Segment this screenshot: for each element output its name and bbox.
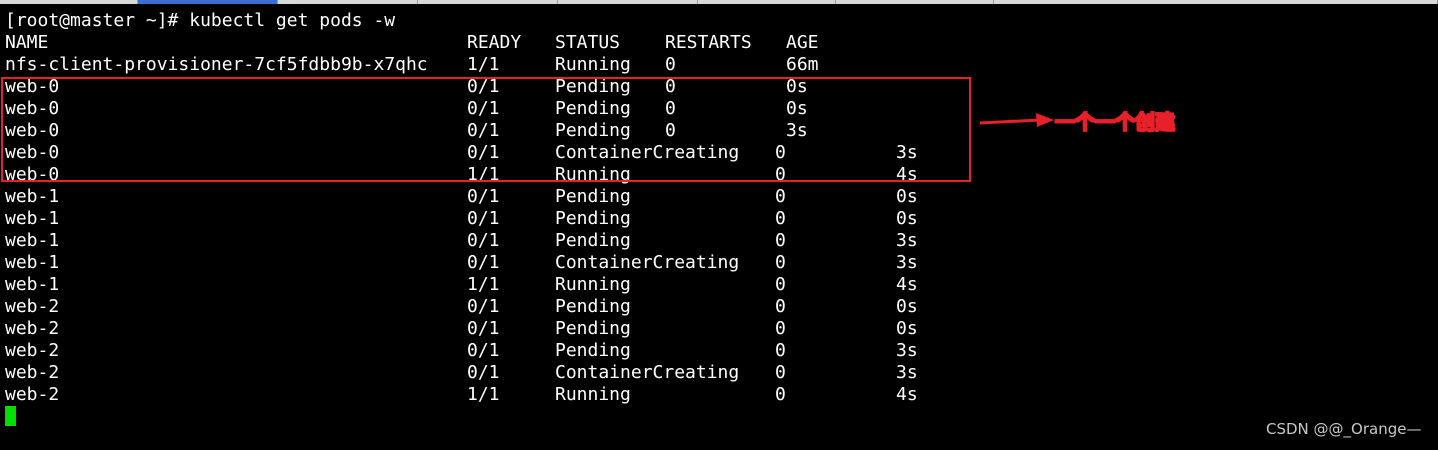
row-status: ContainerCreating — [555, 252, 740, 273]
header-ready: READY — [467, 32, 522, 53]
row-restarts: 0 — [775, 274, 786, 295]
row-restarts: 0 — [775, 384, 786, 405]
row-age: 0s — [896, 296, 918, 317]
row-restarts: 0 — [775, 296, 786, 317]
row-age: 3s — [896, 340, 918, 361]
tab-segment[interactable] — [698, 0, 836, 4]
table-row: web-2 0/1 ContainerCreating 0 3s — [5, 362, 918, 384]
row-age: 0s — [896, 208, 918, 229]
table-row: web-2 0/1 Pending 0 0s — [5, 296, 918, 318]
row-name: web-1 — [5, 252, 60, 273]
row-ready: 1/1 — [467, 384, 500, 405]
tab-segment[interactable] — [994, 0, 1438, 4]
row-ready: 0/1 — [467, 318, 500, 339]
row-restarts: 0 — [665, 54, 676, 75]
tab-segment[interactable] — [418, 0, 558, 4]
row-name: web-1 — [5, 274, 60, 295]
row-age: 0s — [896, 318, 918, 339]
row-status: Pending — [555, 318, 631, 339]
row-restarts: 0 — [775, 208, 786, 229]
header-name: NAME — [5, 32, 49, 53]
table-row: nfs-client-provisioner-7cf5fdbb9b-x7qhc 1… — [5, 54, 819, 76]
terminal-output[interactable]: [root@master ~]# kubectl get pods -w NAM… — [5, 10, 918, 406]
table-row: web-2 0/1 Pending 0 0s — [5, 318, 918, 340]
row-restarts: 0 — [775, 362, 786, 383]
tab-segment[interactable] — [278, 0, 418, 4]
table-row: web-2 0/1 Pending 0 3s — [5, 340, 918, 362]
row-ready: 0/1 — [467, 252, 500, 273]
table-row: web-1 0/1 ContainerCreating 0 3s — [5, 252, 918, 274]
row-restarts: 0 — [775, 186, 786, 207]
table-row: web-1 1/1 Running 0 4s — [5, 274, 918, 296]
row-age: 3s — [896, 230, 918, 251]
row-status: Pending — [555, 296, 631, 317]
tab-segment-active[interactable] — [138, 0, 278, 4]
row-ready: 0/1 — [467, 362, 500, 383]
watermark: CSDN @@_Orange— — [1266, 420, 1422, 438]
row-name: nfs-client-provisioner-7cf5fdbb9b-x7qhc — [5, 54, 428, 75]
tab-bar — [0, 0, 1438, 4]
table-row: web-1 0/1 Pending 0 0s — [5, 208, 918, 230]
row-status: ContainerCreating — [555, 362, 740, 383]
highlight-box — [1, 77, 971, 182]
row-restarts: 0 — [775, 318, 786, 339]
table-header: NAME READY STATUS RESTARTS AGE — [5, 32, 819, 54]
row-status: Pending — [555, 186, 631, 207]
row-restarts: 0 — [775, 340, 786, 361]
row-status: Pending — [555, 208, 631, 229]
tab-segment[interactable] — [836, 0, 994, 4]
row-ready: 0/1 — [467, 230, 500, 251]
row-age: 0s — [896, 186, 918, 207]
row-age: 4s — [896, 274, 918, 295]
row-name: web-1 — [5, 208, 60, 229]
row-status: Pending — [555, 230, 631, 251]
row-ready: 1/1 — [467, 274, 500, 295]
header-restarts: RESTARTS — [665, 32, 752, 53]
row-name: web-1 — [5, 186, 60, 207]
row-status: Pending — [555, 340, 631, 361]
row-name: web-2 — [5, 318, 60, 339]
table-row: web-1 0/1 Pending 0 3s — [5, 230, 918, 252]
table-row: web-2 1/1 Running 0 4s — [5, 384, 918, 406]
table-row: web-1 0/1 Pending 0 0s — [5, 186, 918, 208]
row-restarts: 0 — [775, 230, 786, 251]
row-name: web-1 — [5, 230, 60, 251]
header-age: AGE — [786, 32, 819, 53]
row-age: 3s — [896, 362, 918, 383]
row-name: web-2 — [5, 362, 60, 383]
row-restarts: 0 — [775, 252, 786, 273]
row-age: 3s — [896, 252, 918, 273]
row-status: Running — [555, 274, 631, 295]
row-age: 66m — [786, 54, 819, 75]
row-name: web-2 — [5, 340, 60, 361]
prompt-line: [root@master ~]# kubectl get pods -w — [5, 10, 396, 31]
row-age: 4s — [896, 384, 918, 405]
row-ready: 1/1 — [467, 54, 500, 75]
row-ready: 0/1 — [467, 208, 500, 229]
row-ready: 0/1 — [467, 186, 500, 207]
row-ready: 0/1 — [467, 340, 500, 361]
row-ready: 0/1 — [467, 296, 500, 317]
tab-segment[interactable] — [558, 0, 698, 4]
row-name: web-2 — [5, 384, 60, 405]
annotation-label: 一个一个创建 — [1055, 110, 1176, 135]
tab-segment[interactable] — [0, 0, 138, 4]
arrow-icon — [979, 113, 1054, 127]
terminal-cursor — [5, 406, 16, 426]
row-status: Running — [555, 54, 631, 75]
row-status: Running — [555, 384, 631, 405]
header-status: STATUS — [555, 32, 621, 53]
row-name: web-2 — [5, 296, 60, 317]
